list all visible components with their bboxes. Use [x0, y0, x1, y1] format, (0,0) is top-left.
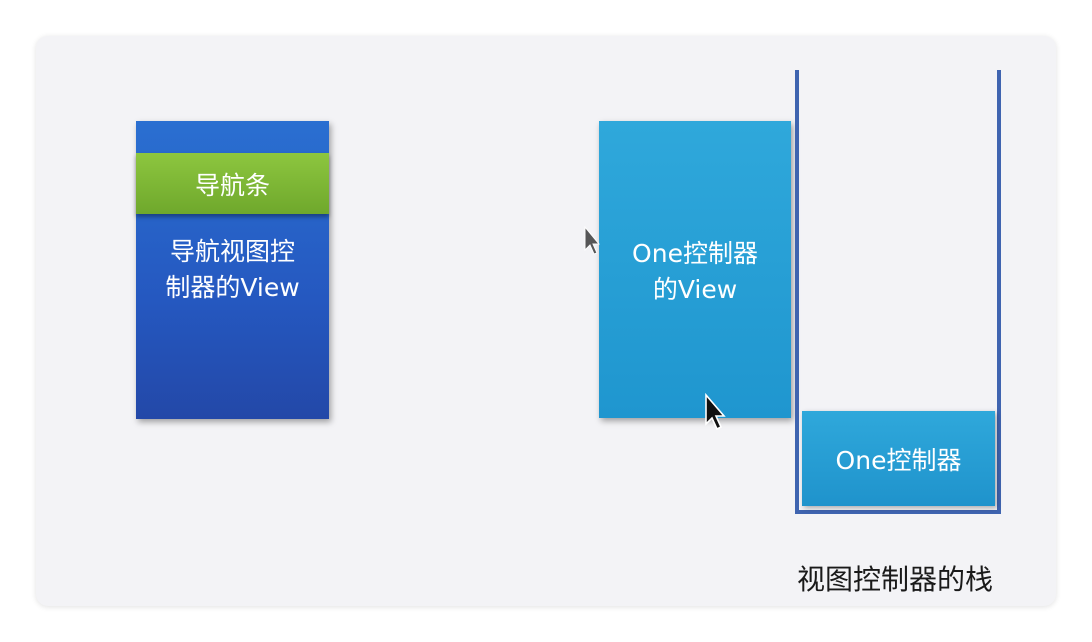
- one-controller-view-label: One控制器 的View: [632, 239, 758, 304]
- stack-item-label: One控制器: [835, 445, 962, 475]
- screen: 导航条 导航视图控 制器的View One控制器 的View One控制器 视图…: [0, 0, 1092, 642]
- navigation-bar-label: 导航条: [194, 170, 270, 200]
- navigation-bar: 导航条: [136, 153, 329, 214]
- mouse-pointer-icon: [584, 225, 601, 260]
- stack-caption: 视图控制器的栈: [796, 563, 993, 596]
- navigation-controller-view-label: 导航视图控 制器的View: [165, 237, 300, 302]
- stack-left-wall: [795, 70, 799, 514]
- stack-bottom-wall: [795, 510, 1001, 514]
- stack-item-one-controller: One控制器: [802, 411, 995, 506]
- stack-right-wall: [997, 70, 1001, 514]
- mouse-pointer-icon: [704, 392, 726, 435]
